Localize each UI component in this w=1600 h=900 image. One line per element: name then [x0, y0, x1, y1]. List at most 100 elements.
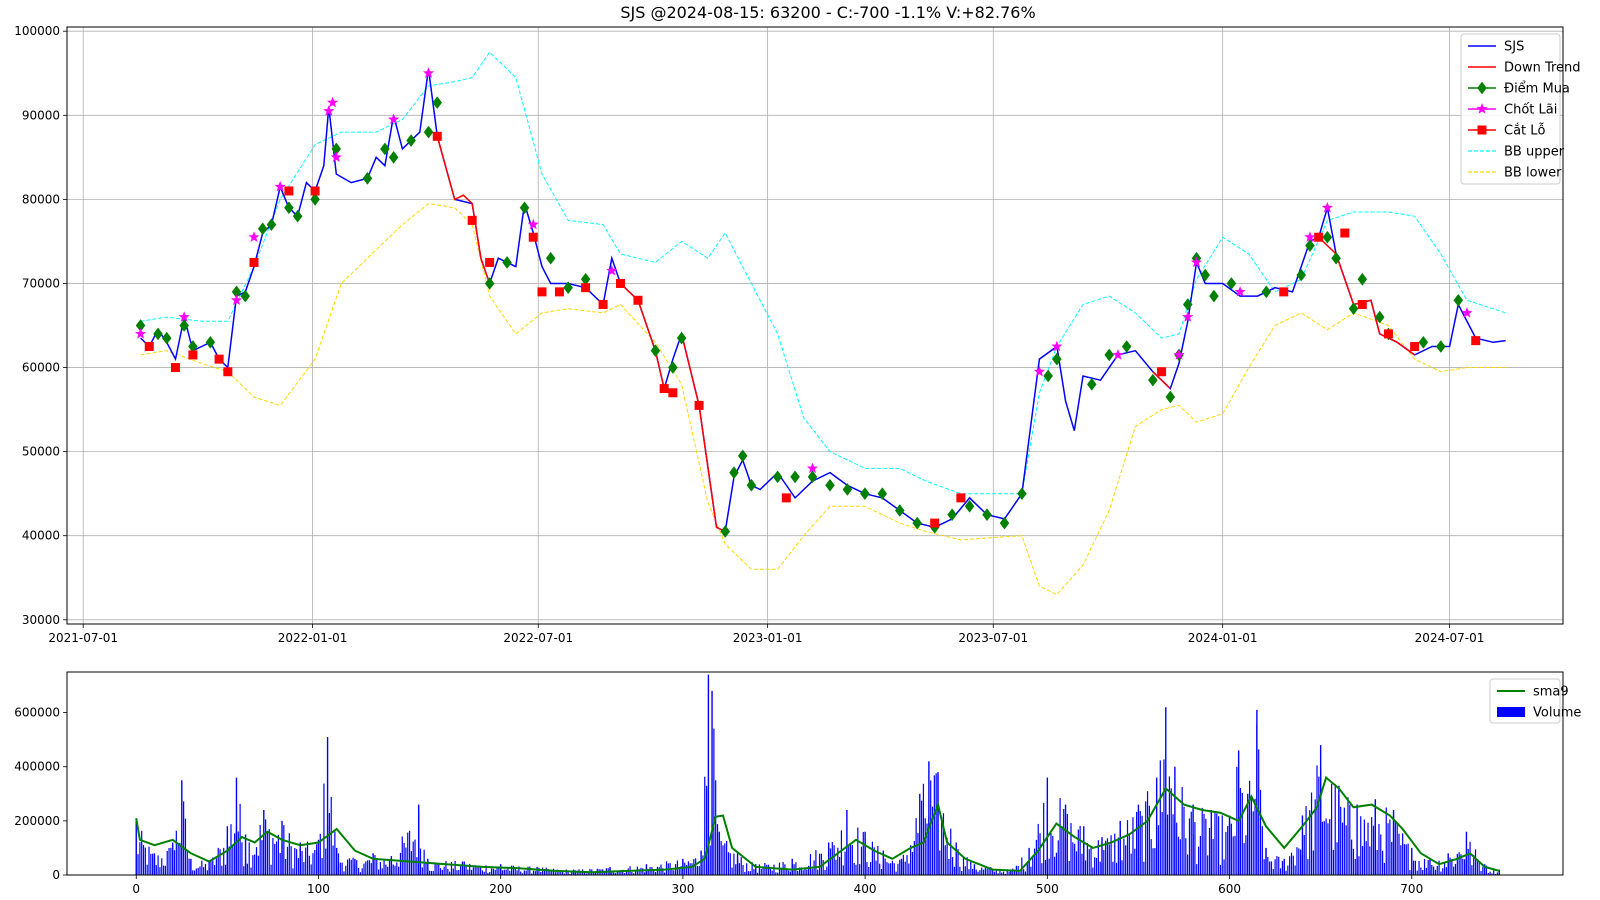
- volume-bar: [516, 870, 518, 875]
- volume-bar: [246, 863, 248, 875]
- volume-bar: [1059, 798, 1061, 875]
- volume-bar: [288, 833, 290, 875]
- legend-square-marker: [1477, 125, 1487, 135]
- volume-bar: [1064, 804, 1067, 875]
- volume-bar: [241, 842, 243, 875]
- volume-bar: [1458, 852, 1460, 875]
- volume-bar: [818, 853, 821, 875]
- volume-bar: [769, 868, 771, 875]
- volume-bar: [345, 865, 347, 875]
- volume-bar: [1046, 777, 1049, 875]
- volume-bar: [1405, 844, 1407, 875]
- volume-bar: [414, 839, 416, 875]
- volume-bar: [334, 831, 336, 875]
- legend-label: Cắt Lỗ: [1504, 124, 1546, 139]
- y-tick-label: 100000: [14, 24, 60, 38]
- volume-bar: [1365, 841, 1367, 875]
- volume-x-tick-label: 300: [671, 882, 694, 896]
- volume-bar: [214, 865, 216, 875]
- volume-bar: [1363, 819, 1365, 875]
- volume-bar: [684, 862, 686, 875]
- volume-bar: [826, 866, 828, 875]
- volume-bar: [1143, 861, 1145, 875]
- legend-label: Điểm Mua: [1504, 82, 1570, 97]
- volume-bar: [354, 858, 356, 875]
- volume-bar: [1177, 836, 1180, 875]
- stop-loss-marker: [170, 363, 180, 373]
- volume-bar: [871, 841, 873, 875]
- volume-bar: [1130, 853, 1132, 875]
- volume-bar: [729, 853, 731, 875]
- volume-bar: [1250, 796, 1253, 875]
- volume-bar: [726, 840, 728, 875]
- stop-loss-marker: [581, 283, 591, 293]
- volume-bar: [740, 857, 742, 875]
- volume-bar: [742, 865, 744, 875]
- volume-bar: [254, 854, 256, 875]
- volume-bar: [1300, 849, 1302, 875]
- volume-bar: [235, 777, 238, 875]
- volume-bar: [715, 780, 717, 875]
- volume-bar: [1270, 861, 1273, 875]
- volume-bar: [341, 862, 343, 875]
- volume-bar: [848, 845, 850, 875]
- volume-bar: [1041, 863, 1043, 875]
- volume-bar: [1385, 807, 1387, 875]
- volume-bar: [1402, 833, 1404, 875]
- volume-bar: [724, 843, 726, 875]
- volume-bar: [1292, 855, 1294, 875]
- volume-bar: [1360, 816, 1362, 875]
- volume-bar: [410, 851, 412, 875]
- volume-bar: [377, 869, 380, 875]
- volume-bar: [1026, 863, 1028, 875]
- volume-bar: [1261, 826, 1263, 875]
- volume-bar: [899, 859, 901, 875]
- volume-bar: [970, 860, 972, 875]
- volume-bar: [877, 845, 879, 875]
- volume-bar: [507, 868, 509, 875]
- volume-bar: [1061, 826, 1063, 875]
- volume-bar: [1265, 847, 1267, 875]
- volume-bar: [1467, 848, 1469, 875]
- volume-bar: [1325, 818, 1327, 875]
- volume-bar: [1409, 870, 1411, 875]
- y-tick-label: 50000: [22, 445, 60, 459]
- volume-bar: [381, 868, 383, 875]
- volume-bar: [698, 866, 700, 875]
- volume-bar: [321, 858, 323, 875]
- volume-bar: [975, 869, 977, 875]
- volume-bar: [749, 871, 751, 875]
- volume-bar: [665, 861, 668, 875]
- stop-loss-marker: [1340, 228, 1350, 238]
- volume-x-tick-label: 0: [132, 882, 140, 896]
- volume-bar: [183, 801, 185, 875]
- volume-bar: [1267, 857, 1269, 875]
- volume-bar: [1163, 759, 1165, 875]
- volume-bar: [766, 864, 768, 875]
- volume-bar: [177, 842, 179, 875]
- volume-bar: [893, 863, 895, 875]
- volume-bar: [1155, 777, 1158, 875]
- y-tick-label: 40000: [22, 529, 60, 543]
- volume-bar: [950, 828, 952, 875]
- volume-bar: [1312, 850, 1314, 875]
- volume-bar: [1219, 865, 1222, 875]
- volume-bar: [738, 863, 740, 875]
- volume-bar: [330, 796, 332, 875]
- stop-loss-marker: [1157, 367, 1167, 377]
- volume-bar: [1319, 745, 1322, 875]
- volume-bar: [866, 862, 868, 875]
- volume-bar: [1134, 848, 1136, 875]
- volume-bar: [787, 870, 790, 875]
- volume-bar: [1345, 825, 1347, 875]
- volume-bar: [1223, 859, 1225, 875]
- volume-bar: [1128, 833, 1130, 875]
- volume-bar: [1201, 807, 1203, 875]
- volume-bar: [1412, 860, 1415, 875]
- volume-bar: [1243, 843, 1245, 875]
- volume-bar: [951, 857, 954, 875]
- volume-bar: [335, 847, 338, 875]
- volume-bar: [1378, 824, 1380, 875]
- volume-bar: [815, 850, 817, 875]
- volume-bar: [1205, 818, 1207, 875]
